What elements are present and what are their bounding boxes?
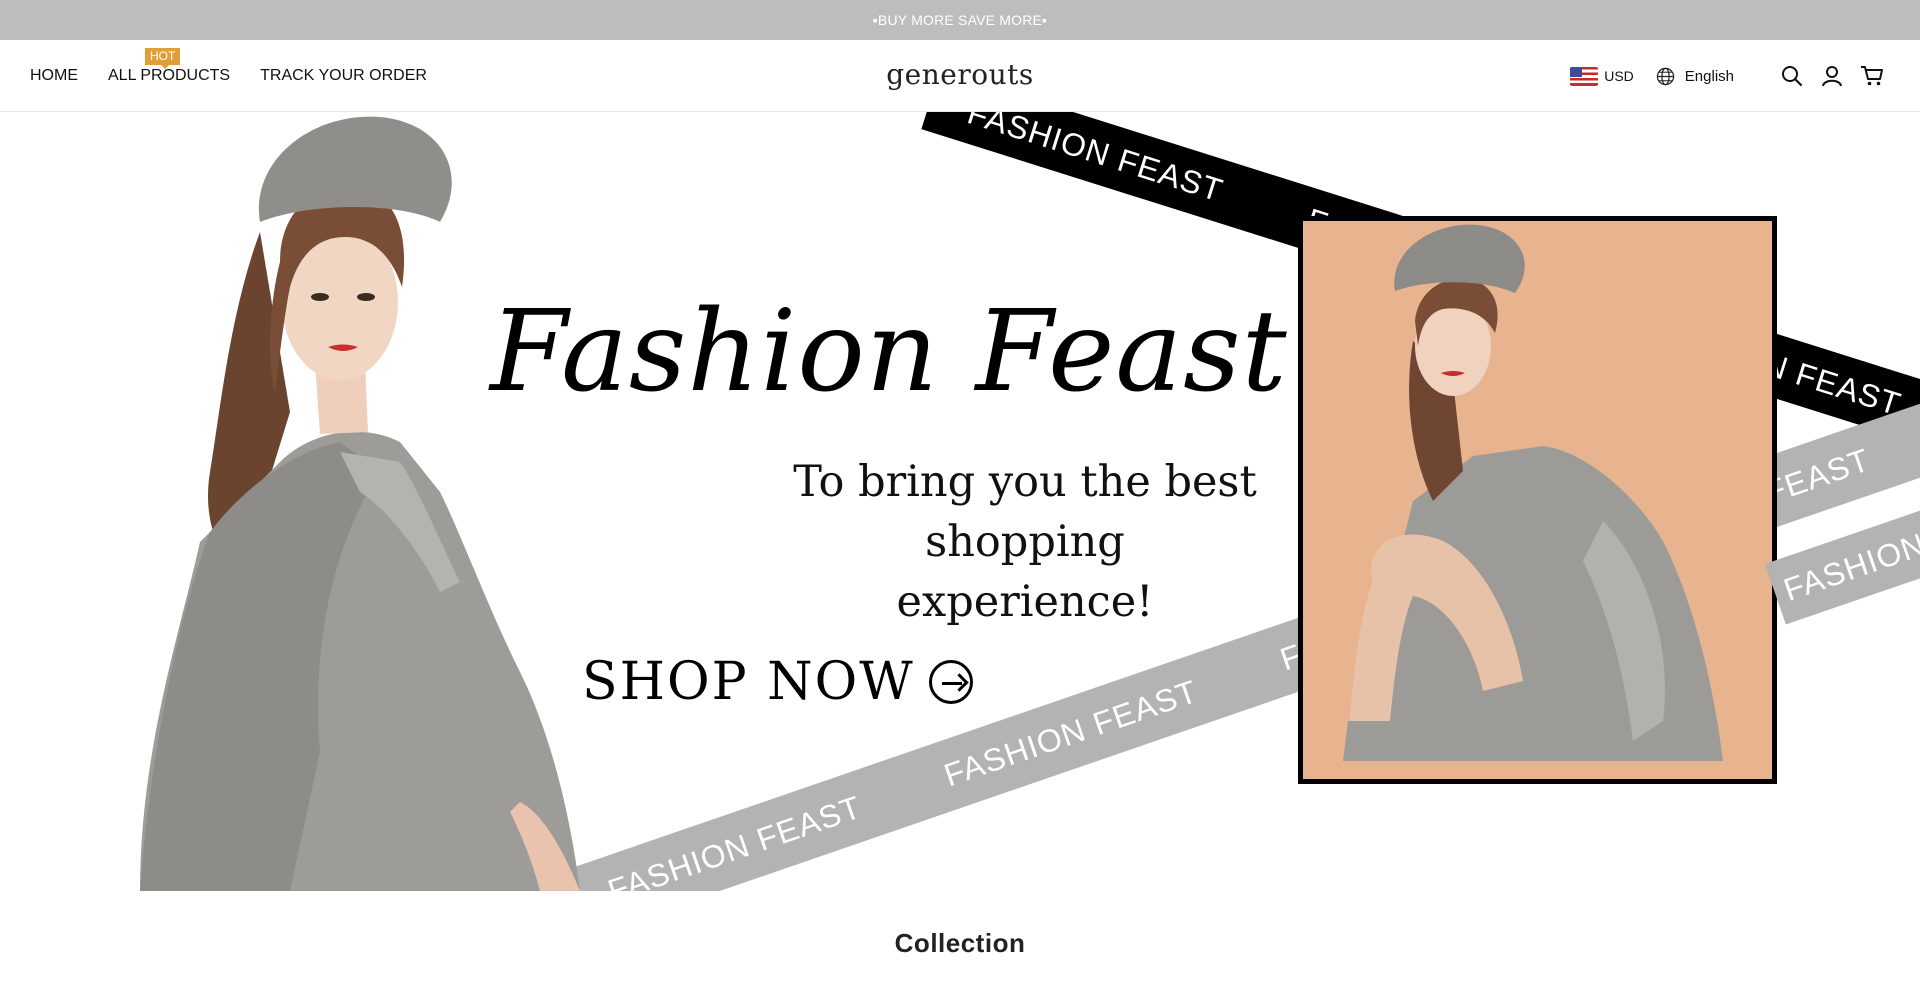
band-text: FASHION FEAST bbox=[603, 788, 866, 891]
site-logo[interactable]: generouts bbox=[860, 58, 1060, 91]
language-selector[interactable]: English bbox=[1656, 67, 1734, 86]
band-text: FASHION FEAST bbox=[963, 112, 1228, 209]
shop-now-button[interactable]: SHOP NOW bbox=[582, 652, 973, 712]
hot-badge: HOT bbox=[145, 48, 181, 69]
account-button[interactable] bbox=[1812, 56, 1852, 96]
model-photo-left bbox=[140, 116, 580, 891]
globe-icon bbox=[1656, 67, 1674, 85]
nav-track-order[interactable]: TRACK YOUR ORDER bbox=[260, 67, 427, 85]
nav-all-products[interactable]: ALL PRODUCTS HOT bbox=[108, 48, 231, 85]
search-icon bbox=[1782, 66, 1803, 87]
nav-all-products-label: ALL PRODUCTS bbox=[108, 67, 231, 84]
cart-icon bbox=[1861, 66, 1883, 86]
hero-subline-line-2: shopping experience! bbox=[896, 517, 1154, 627]
cart-button[interactable] bbox=[1852, 56, 1892, 96]
language-label: English bbox=[1684, 67, 1734, 85]
account-icon bbox=[1822, 66, 1842, 87]
currency-selector[interactable]: USD bbox=[1570, 66, 1634, 86]
header-actions: USD English bbox=[1570, 40, 1892, 112]
announcement-text: ▪BUY MORE SAVE MORE▪ bbox=[872, 12, 1048, 28]
collection-heading: Collection bbox=[894, 928, 1026, 958]
hero-headline: Fashion Feast. bbox=[490, 287, 1325, 417]
search-button[interactable] bbox=[1772, 56, 1812, 96]
hero-banner[interactable]: FASHION FEAST FASHION FEAST FASHION FEAS… bbox=[0, 112, 1920, 891]
nav-home[interactable]: HOME bbox=[30, 67, 78, 85]
main-nav: HOME ALL PRODUCTS HOT TRACK YOUR ORDER bbox=[30, 40, 427, 112]
hero-subline: To bring you the best shopping experienc… bbox=[790, 452, 1260, 632]
hero-subline-line-1: To bring you the best bbox=[793, 457, 1257, 507]
arrow-right-circle-icon bbox=[928, 660, 973, 704]
shop-now-label: SHOP NOW bbox=[582, 652, 915, 712]
site-header: HOME ALL PRODUCTS HOT TRACK YOUR ORDER g… bbox=[0, 40, 1920, 112]
model-photo-right bbox=[1303, 221, 1772, 779]
us-flag-icon bbox=[1570, 66, 1599, 86]
announcement-bar: ▪BUY MORE SAVE MORE▪ bbox=[0, 0, 1920, 40]
currency-label: USD bbox=[1604, 68, 1634, 84]
model-photo-framed bbox=[1298, 216, 1777, 784]
band-text: FASHION FEAST bbox=[939, 672, 1203, 793]
